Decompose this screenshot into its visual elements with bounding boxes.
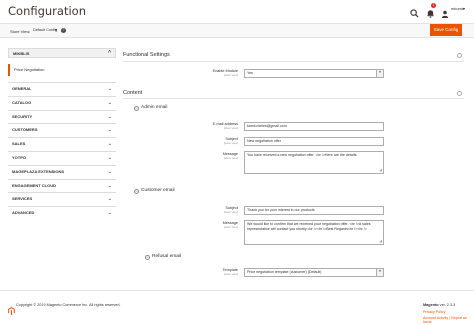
customer-message-textarea[interactable]: We would like to confirm that we receive… bbox=[244, 220, 384, 245]
sidebar-group-label: MIKBLIS bbox=[13, 51, 30, 56]
customer-subject-input[interactable]: Thank you for your interest in our produ… bbox=[244, 206, 384, 215]
collapse-toggle-icon[interactable]: − bbox=[134, 189, 139, 194]
chevron-down-icon: ⌄ bbox=[107, 210, 112, 217]
resize-handle-icon[interactable]: ◢ bbox=[379, 168, 382, 173]
resize-handle-icon[interactable]: ◢ bbox=[379, 239, 382, 244]
user-caret-icon[interactable]: ▾ bbox=[463, 6, 465, 11]
chevron-up-icon: ^ bbox=[108, 50, 111, 56]
sidebar-item-catalog[interactable]: CATALOG ⌄ bbox=[8, 95, 116, 108]
sidebar-item-label: YOTPO bbox=[12, 155, 27, 160]
sidebar-item-label: ADVANCED bbox=[12, 210, 35, 216]
collapse-icon[interactable] bbox=[457, 53, 462, 58]
notification-badge: 1 bbox=[431, 3, 436, 8]
select-caret-icon: ▾ bbox=[376, 269, 383, 276]
admin-email-input[interactable]: kamil.mielek@gmail.com bbox=[244, 122, 384, 131]
enable-module-value: Yes bbox=[247, 71, 253, 75]
sidebar-item-label: ENGAGEMENT CLOUD bbox=[12, 182, 56, 188]
divider bbox=[123, 61, 464, 62]
section-title-content[interactable]: Content bbox=[123, 90, 142, 96]
chevron-down-icon: ⌄ bbox=[107, 141, 112, 148]
chevron-down-icon: ⌄ bbox=[107, 182, 112, 189]
app-root: Configuration 1 mkomk ▾ Store View: Defa… bbox=[0, 0, 474, 326]
refusal-template-select[interactable]: Price negotiation template (customer) (D… bbox=[244, 268, 384, 277]
select-caret-icon: ▾ bbox=[376, 70, 383, 77]
divider bbox=[123, 98, 464, 99]
version-text: Magento ver. 2.3.3 bbox=[423, 303, 455, 307]
customer-message-text: We would like to confirm that we receive… bbox=[247, 222, 371, 231]
admin-message-scope: [store view] bbox=[223, 156, 238, 160]
store-view-label: Store View: bbox=[10, 29, 31, 34]
search-icon[interactable] bbox=[410, 5, 419, 18]
version-value: ver. 2.3.3 bbox=[439, 303, 456, 307]
chevron-down-icon: ⌄ bbox=[107, 155, 112, 161]
sidebar-item-advanced[interactable]: ADVANCED ⌄ bbox=[8, 206, 116, 218]
collapse-toggle-icon[interactable]: − bbox=[145, 255, 150, 260]
refusal-template-scope: [store view] bbox=[223, 272, 238, 276]
subsection-title-admin-email[interactable]: Admin email bbox=[141, 105, 167, 110]
sidebar-item-general[interactable]: GENERAL ⌄ bbox=[8, 82, 116, 94]
chevron-down-icon: ⌄ bbox=[107, 127, 112, 134]
chevron-down-icon: ⌄ bbox=[107, 168, 112, 175]
chevron-down-icon: ⌄ bbox=[107, 99, 112, 106]
section-title-functional-settings[interactable]: Functional Settings bbox=[123, 52, 170, 58]
footer-links: Account Activity | Report an Issue bbox=[423, 316, 467, 324]
sidebar-item-sales[interactable]: SALES ⌄ bbox=[8, 137, 116, 149]
admin-subject-scope: [store view] bbox=[223, 141, 238, 145]
sidebar-item-yotpo[interactable]: YOTPO ⌄ bbox=[8, 151, 116, 163]
sidebar-item-mageplaza-extensions[interactable]: MAGEPLAZA EXTENSIONS ⌄ bbox=[8, 164, 116, 177]
customer-subject-scope: [store view] bbox=[223, 210, 238, 214]
user-name[interactable]: mkomk bbox=[451, 6, 464, 11]
sidebar-item-label: CATALOG bbox=[12, 99, 32, 105]
refusal-template-value: Price negotiation template (customer) (D… bbox=[247, 270, 322, 274]
sidebar-item-label: MAGEPLAZA EXTENSIONS bbox=[12, 168, 65, 174]
page-toolbar bbox=[0, 23, 474, 38]
collapse-icon[interactable] bbox=[457, 91, 462, 96]
chevron-down-icon: ⌄ bbox=[107, 113, 112, 120]
collapse-toggle-icon[interactable]: − bbox=[134, 106, 139, 111]
user-icon[interactable] bbox=[441, 5, 449, 18]
subsection-title-customer-email[interactable]: Customer email bbox=[141, 188, 175, 193]
customer-message-scope: [store view] bbox=[223, 225, 238, 229]
version-label: Magento bbox=[423, 303, 439, 307]
sidebar-item-engagement-cloud[interactable]: ENGAGEMENT CLOUD ⌄ bbox=[8, 178, 116, 191]
sidebar-item-price-negotiation[interactable]: Price Negotiation bbox=[8, 64, 116, 76]
page-title: Configuration bbox=[8, 4, 86, 18]
sidebar-item-label: SERVICES bbox=[12, 196, 33, 202]
sidebar-item-label: SECURITY bbox=[12, 113, 33, 119]
store-view-caret-icon[interactable]: ▾ bbox=[55, 27, 57, 34]
admin-message-text: You have received a new negotiation offe… bbox=[247, 153, 358, 157]
admin-message-textarea[interactable]: You have received a new negotiation offe… bbox=[244, 151, 384, 174]
copyright-text: Copyright © 2019 Magento Commerce Inc. A… bbox=[16, 303, 121, 307]
admin-subject-input[interactable]: New negotiation offer bbox=[244, 137, 384, 146]
save-config-button[interactable]: Save Config bbox=[430, 24, 462, 36]
enable-module-scope: [store view] bbox=[223, 73, 238, 77]
footer-divider bbox=[0, 290, 474, 291]
sidebar-item-label: GENERAL bbox=[12, 86, 32, 91]
chevron-down-icon: ⌄ bbox=[107, 86, 112, 92]
sidebar-item-label: CUSTOMERS bbox=[12, 127, 38, 133]
sidebar-item-label: SALES bbox=[12, 141, 26, 147]
sidebar-item-customers[interactable]: CUSTOMERS ⌄ bbox=[8, 123, 116, 135]
admin-email-scope: [store view] bbox=[223, 126, 238, 130]
enable-module-select[interactable]: Yes ▾ bbox=[244, 69, 384, 78]
magento-logo-icon bbox=[8, 302, 15, 316]
privacy-policy-link[interactable]: Privacy Policy bbox=[423, 310, 445, 314]
sidebar-item-services[interactable]: SERVICES ⌄ bbox=[8, 192, 116, 204]
subsection-title-refusal-email[interactable]: Refusal email bbox=[152, 254, 181, 259]
sidebar-group-header[interactable]: MIKBLIS ^ bbox=[8, 48, 116, 58]
chevron-down-icon: ⌄ bbox=[107, 196, 112, 203]
sidebar-item-security[interactable]: SECURITY ⌄ bbox=[8, 109, 116, 122]
help-icon[interactable]: ? bbox=[61, 28, 66, 33]
